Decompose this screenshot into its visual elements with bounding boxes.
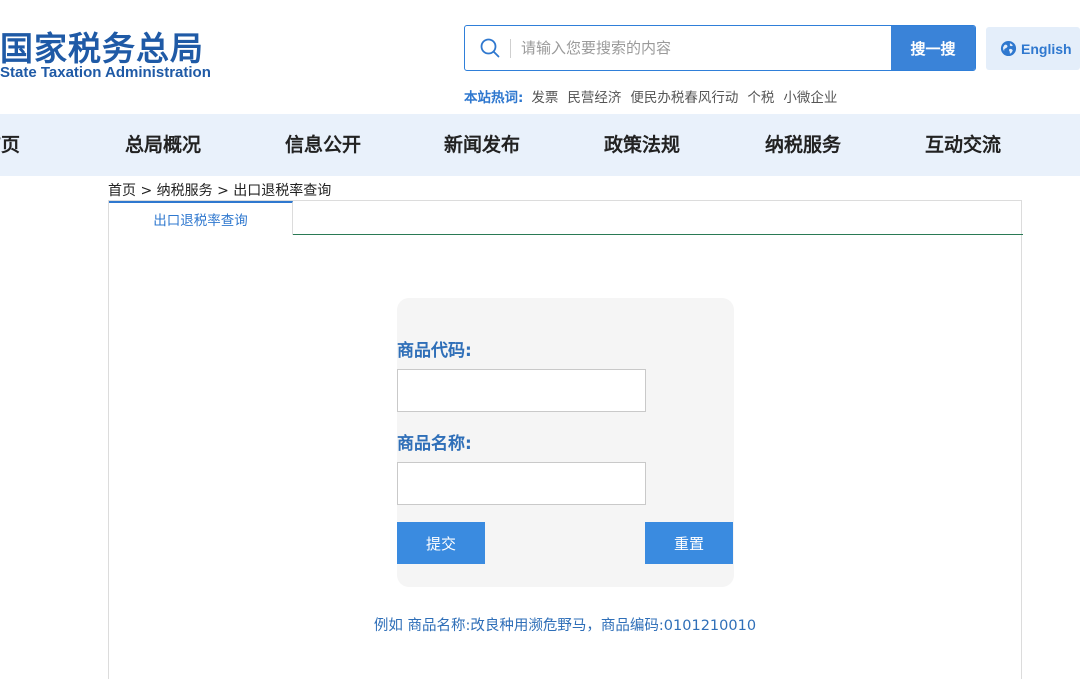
search-button[interactable]: 搜一搜 bbox=[891, 26, 975, 70]
globe-icon bbox=[1000, 40, 1017, 57]
site-logo-subtitle[interactable]: State Taxation Administration bbox=[0, 64, 211, 81]
search-icon bbox=[480, 38, 500, 58]
nav-item-home[interactable]: 首页 bbox=[0, 114, 20, 176]
hotword-link[interactable]: 个税 bbox=[747, 86, 774, 106]
tab-underline bbox=[293, 234, 1023, 235]
nav-item-interaction[interactable]: 互动交流 bbox=[925, 114, 1001, 176]
content-panel: 出口退税率查询 商品代码: 商品名称: 提交 重置 例如 商品名称:改良种用濒危… bbox=[108, 200, 1023, 679]
example-hint: 例如 商品名称:改良种用濒危野马，商品编码:0101210010 bbox=[373, 618, 757, 634]
hotwords-bar: 本站热词: 发票 民营经济 便民办税春风行动 个税 小微企业 bbox=[464, 86, 846, 106]
hotword-link[interactable]: 便民办税春风行动 bbox=[630, 86, 738, 106]
english-link[interactable]: English bbox=[986, 27, 1080, 70]
submit-button[interactable]: 提交 bbox=[397, 522, 485, 564]
nav-item-policy[interactable]: 政策法规 bbox=[604, 114, 680, 176]
product-name-label: 商品名称: bbox=[397, 434, 472, 454]
hotword-link[interactable]: 发票 bbox=[531, 86, 558, 106]
nav-item-tax-service[interactable]: 纳税服务 bbox=[765, 114, 841, 176]
product-name-input[interactable] bbox=[397, 462, 646, 505]
tab-export-rebate-query[interactable]: 出口退税率查询 bbox=[109, 201, 293, 235]
main-nav: 首页 总局概况 信息公开 新闻发布 政策法规 纳税服务 互动交流 bbox=[0, 114, 1080, 176]
search-divider bbox=[510, 39, 511, 58]
breadcrumb[interactable]: 首页 > 纳税服务 > 出口退税率查询 bbox=[108, 180, 331, 200]
search-box: 搜一搜 bbox=[464, 25, 976, 71]
english-label: English bbox=[1021, 40, 1072, 57]
hotwords-label: 本站热词: bbox=[464, 90, 524, 106]
hotword-link[interactable]: 小微企业 bbox=[783, 86, 837, 106]
reset-button[interactable]: 重置 bbox=[645, 522, 733, 564]
nav-item-news[interactable]: 新闻发布 bbox=[444, 114, 520, 176]
site-logo-title[interactable]: 国家税务总局 bbox=[0, 22, 204, 70]
nav-item-disclosure[interactable]: 信息公开 bbox=[285, 114, 361, 176]
nav-item-overview[interactable]: 总局概况 bbox=[125, 114, 201, 176]
search-input[interactable] bbox=[521, 26, 891, 70]
product-code-label: 商品代码: bbox=[397, 341, 472, 361]
product-code-input[interactable] bbox=[397, 369, 646, 412]
query-form: 商品代码: 商品名称: 提交 重置 bbox=[397, 298, 734, 587]
hotword-link[interactable]: 民营经济 bbox=[567, 86, 621, 106]
